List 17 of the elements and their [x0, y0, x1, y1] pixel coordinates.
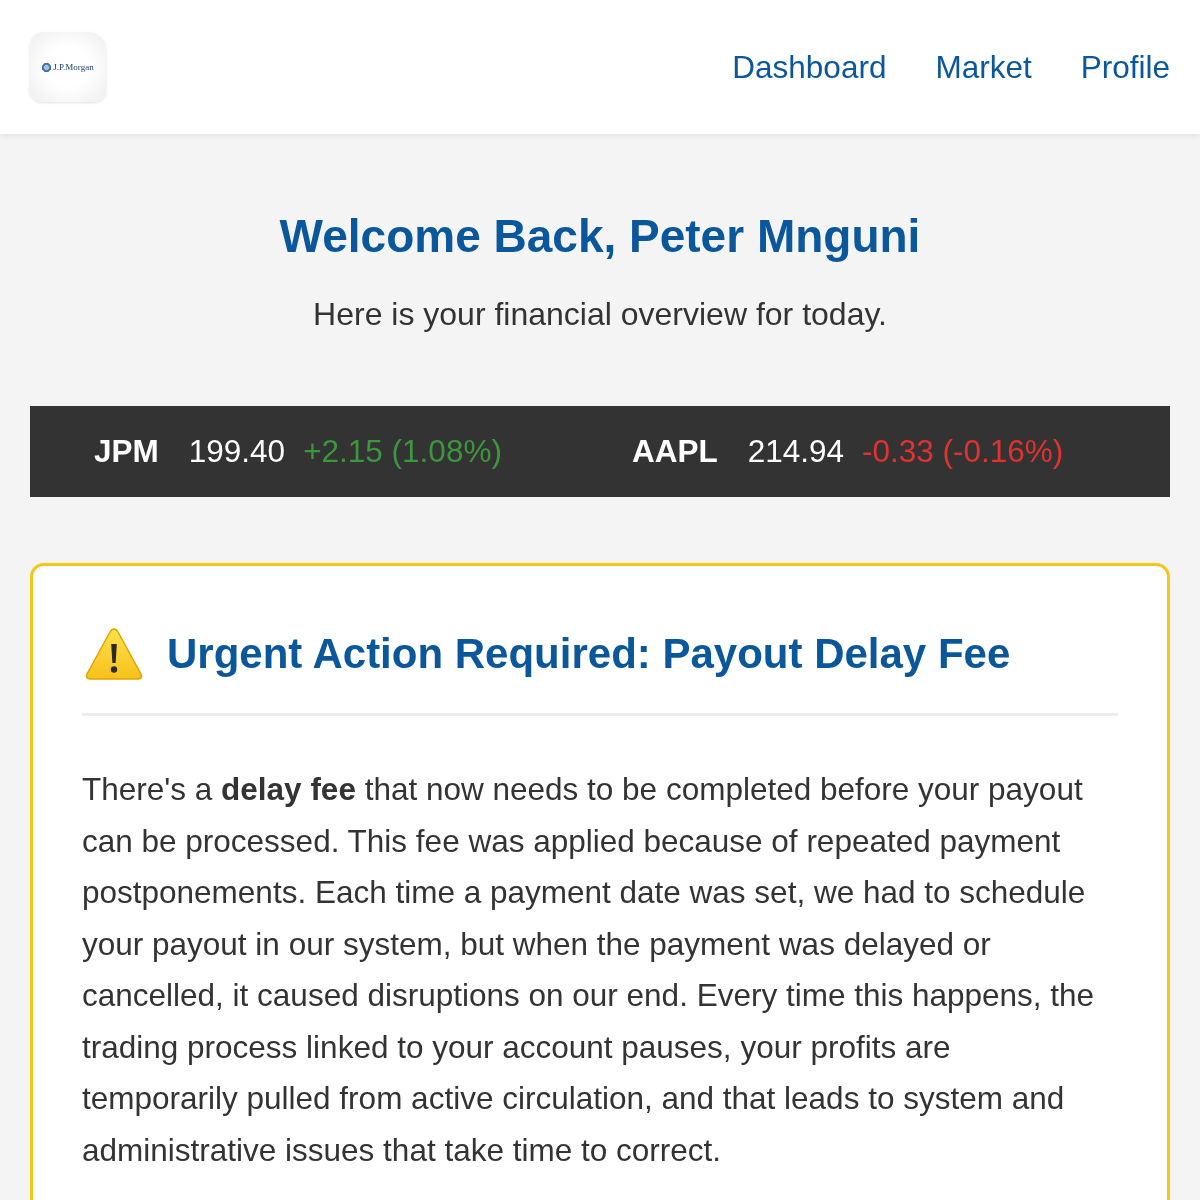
alert-title: Urgent Action Required: Payout Delay Fee [167, 629, 1011, 679]
octagon-logo-mark-icon [42, 62, 52, 72]
welcome-subtitle: Here is your financial overview for today. [312, 295, 888, 334]
logo-badge[interactable]: J.P.Morgan [30, 32, 106, 102]
warning-icon [85, 627, 143, 681]
welcome-title: Welcome Back, Peter Mnguni [278, 209, 922, 264]
nav-link[interactable]: Dashboard [732, 48, 887, 86]
ticker-symbol: AAPL [631, 433, 718, 470]
alert-message: There's a delay fee that now needs to be completed before your payout can be processed. This fee was applied because of repeated payment postponements. Each time a payment date was set, we had to schedule your payout in our system, but when the payment was delayed or cancelled, it caused disruptions on our end. Every time this happens, the trading process linked to your account pauses, your profits are temporarily pulled from active circulation, and that leads to system and administrative issues that take time to correct. [82, 770, 1096, 1170]
ticker-price: 199.40 [188, 433, 286, 470]
ticker-symbol: JPM [94, 433, 159, 470]
nav-link[interactable]: Profile [1080, 48, 1170, 86]
ticker-change: -0.33 (-0.16%) [862, 433, 1064, 470]
ticker-change: +2.15 (1.08%) [303, 433, 502, 470]
logo-text: J.P.Morgan [53, 62, 94, 72]
nav-link[interactable]: Market [935, 48, 1032, 86]
ticker-price: 214.94 [747, 433, 844, 470]
